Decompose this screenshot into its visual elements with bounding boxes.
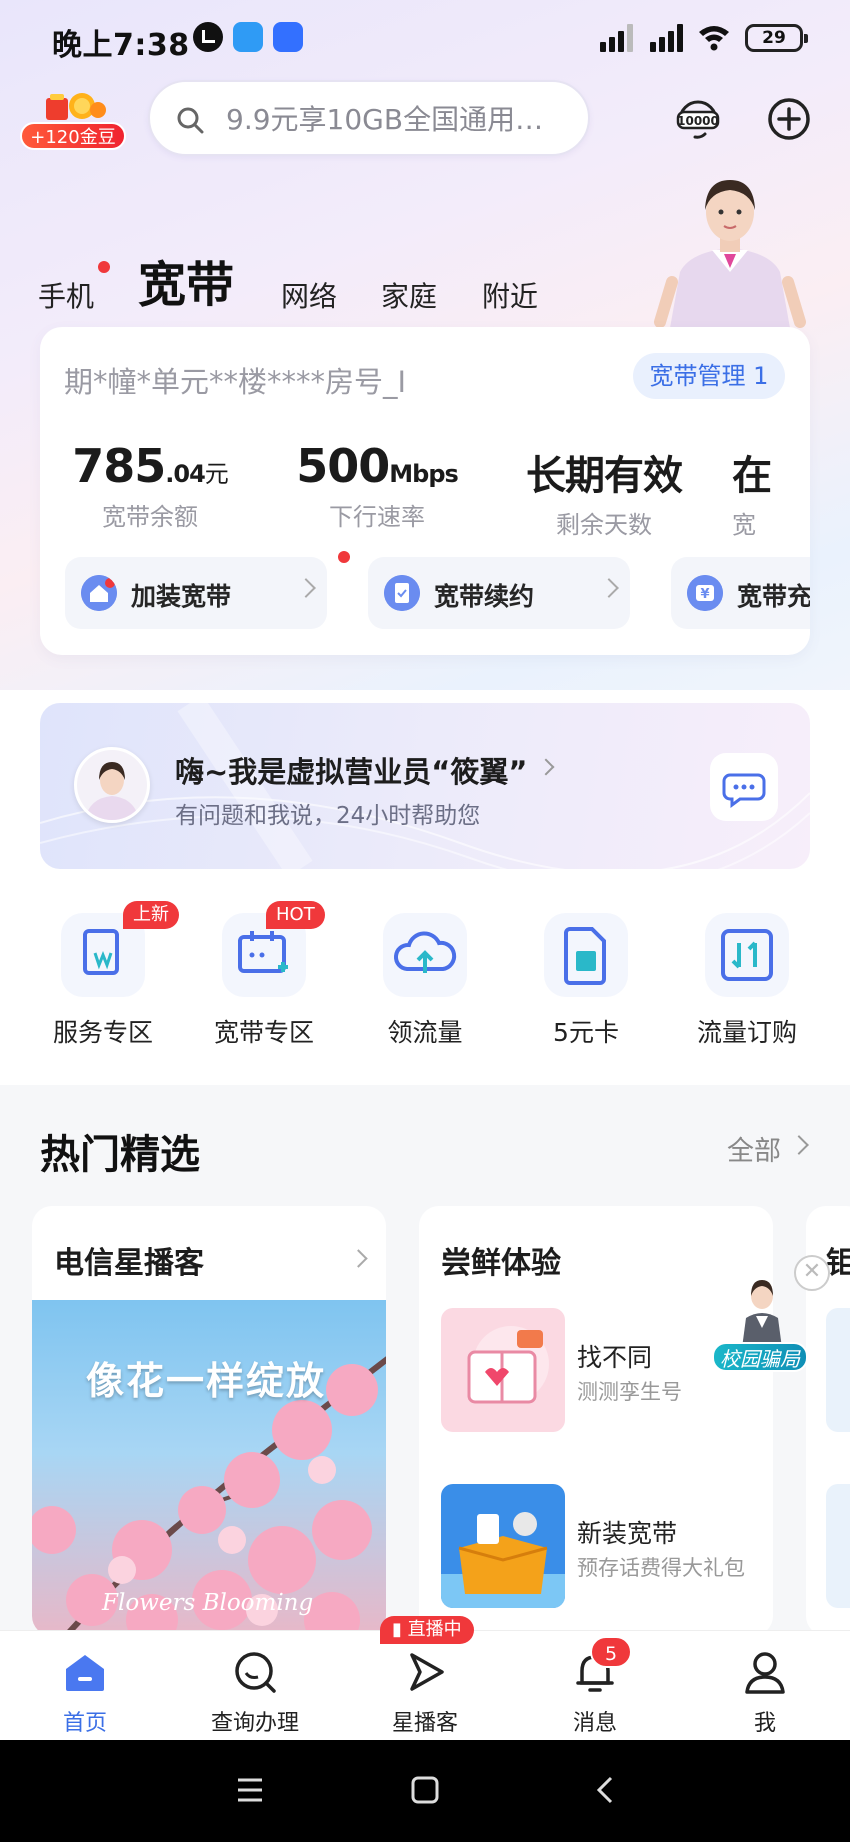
assistant-title: 嗨~我是虚拟营业员“筱翼” [175,755,528,789]
yuan-icon: ¥ [687,575,723,611]
battery-icon: 29 [745,24,808,52]
tab-nearby[interactable]: 附近 [482,275,538,315]
home-add-icon [81,575,117,611]
action-add-broadband[interactable]: 加装宽带 [65,557,327,629]
message-count-badge: 5 [590,1636,632,1668]
virtual-agent-figure[interactable] [650,172,810,328]
assistant-chat-button[interactable] [710,753,778,821]
pager-dot [338,551,350,563]
try-new-card-title: 尝鲜体验 [441,1246,561,1281]
starcast-card-title: 电信星播客 [54,1246,204,1281]
data-order-icon [721,929,773,981]
broadband-address[interactable]: 期*幢*单元**楼****房号_I [64,359,414,401]
signal-icon [600,24,638,52]
nav-home[interactable]: 首页 [20,1649,150,1737]
stat-speed-label: 下行速率 [329,503,425,531]
broadband-manage-button[interactable]: 宽带管理 1 [633,353,785,399]
promo-agent-figure [742,1280,782,1348]
tab-home[interactable]: 家庭 [381,275,437,315]
status-bar: 晚上7:38 29 [0,0,850,75]
home-square-icon[interactable] [405,1770,445,1810]
stat-days[interactable]: 长期有效 剩余天数 [494,439,714,540]
starcast-poster[interactable]: 像花一样绽放 Flowers Blooming [32,1300,386,1636]
new-tag: 上新 [123,901,179,929]
chat-bubble-icon [722,773,766,808]
back-icon[interactable] [585,1770,625,1810]
service-zone[interactable]: 上新 服务专区 [38,901,179,1049]
nav-me[interactable]: 我 [700,1649,830,1737]
live-bars-icon: ▮ [392,1619,408,1640]
sim-card-icon [564,927,606,985]
bottom-nav: 首页 查询办理 星播客 消息 我 [0,1630,850,1740]
five-yuan-card[interactable]: 5元卡 [521,913,651,1049]
search-bar[interactable] [148,80,590,156]
signal-icon [650,24,688,52]
featured-title: 热门精选 [40,1132,200,1178]
coin-gift-icon [46,93,106,120]
wifi-icon [699,26,729,51]
stat-balance[interactable]: 785.04元 宽带余额 [40,439,260,532]
status-time: 晚上7:38 [52,28,190,63]
hot-tag: HOT [266,901,325,929]
tab-network[interactable]: 网络 [281,275,337,315]
cloud-icon [233,22,263,52]
stat-speed[interactable]: 500Mbps 下行速率 [267,439,487,532]
poster-title: 像花一样绽放 [86,1359,327,1403]
system-nav-bar [0,1740,850,1842]
cloud-upload-icon [394,931,457,973]
assistant-subtitle: 有问题和我说，24小时帮助您 [175,803,481,829]
new-broadband-item[interactable]: 新装宽带 预存话费得大礼包 [441,1484,745,1608]
poster-subtitle: Flowers Blooming [102,1590,314,1616]
action-renew-broadband[interactable]: 宽带续约 [368,557,630,629]
nav-starcast[interactable]: 星播客 [360,1649,490,1737]
new-broadband-thumb [441,1484,565,1608]
10000-hotline-icon[interactable]: 10000 [675,96,721,142]
campus-scam-label: 校园骗局 [712,1342,808,1372]
featured-more-link[interactable]: 全部 [727,1129,781,1168]
plus-circle-icon[interactable] [766,96,812,142]
search-icon [177,107,204,134]
stat-days-label: 剩余天数 [556,511,652,539]
gold-bean-badge[interactable]: +120金豆 [20,88,126,152]
broadband-zone[interactable]: HOT 宽带专区 [199,901,329,1049]
claim-data[interactable]: 领流量 [360,913,490,1049]
alarm-icon [193,22,223,52]
broadband-card: 期*幢*单元**楼****房号_I 宽带管理 1 785.04元 宽带余额 50… [40,327,810,655]
menu-icon[interactable] [230,1770,270,1810]
campus-scam-promo[interactable]: 校园骗局 [712,1268,812,1378]
chevron-right-icon [349,1249,368,1268]
search-input[interactable] [226,92,576,146]
chat-app-icon [273,22,303,52]
chevron-right-icon [296,578,316,598]
nav-query[interactable]: 查询办理 [190,1649,320,1737]
spot-difference-item[interactable]: 找不同 测测孪生号 [441,1308,741,1432]
live-tag: ▮ 直播中 [380,1616,474,1644]
assistant-avatar [74,747,150,823]
stat-balance-label: 宽带余额 [102,503,198,531]
data-order[interactable]: 流量订购 [682,913,812,1049]
user-icon [745,1652,785,1694]
search-query-icon [235,1652,276,1693]
home-icon [66,1655,104,1691]
tab-phone[interactable]: 手机 [38,275,94,315]
gold-bean-label: +120金豆 [20,122,126,150]
starcast-card[interactable]: 电信星播客 像花一样绽放 Flowers Blooming [32,1206,386,1636]
chevron-right-icon [599,578,619,598]
svg-text:10000: 10000 [677,114,719,128]
virtual-assistant-banner[interactable]: 嗨~我是虚拟营业员“筱翼” 有问题和我说，24小时帮助您 [40,703,810,869]
action-recharge-broadband[interactable]: ¥ 宽带充 [671,557,810,629]
contract-icon [384,575,420,611]
stat-extra[interactable]: 在 宽 [732,439,810,540]
spot-difference-thumb [441,1308,565,1432]
tab-phone-dot [98,261,110,273]
stat-extra-label: 宽 [732,511,756,539]
play-arrow-icon [410,1653,444,1691]
svg-text:¥: ¥ [700,587,709,602]
tab-broadband[interactable]: 宽带 [138,245,234,315]
